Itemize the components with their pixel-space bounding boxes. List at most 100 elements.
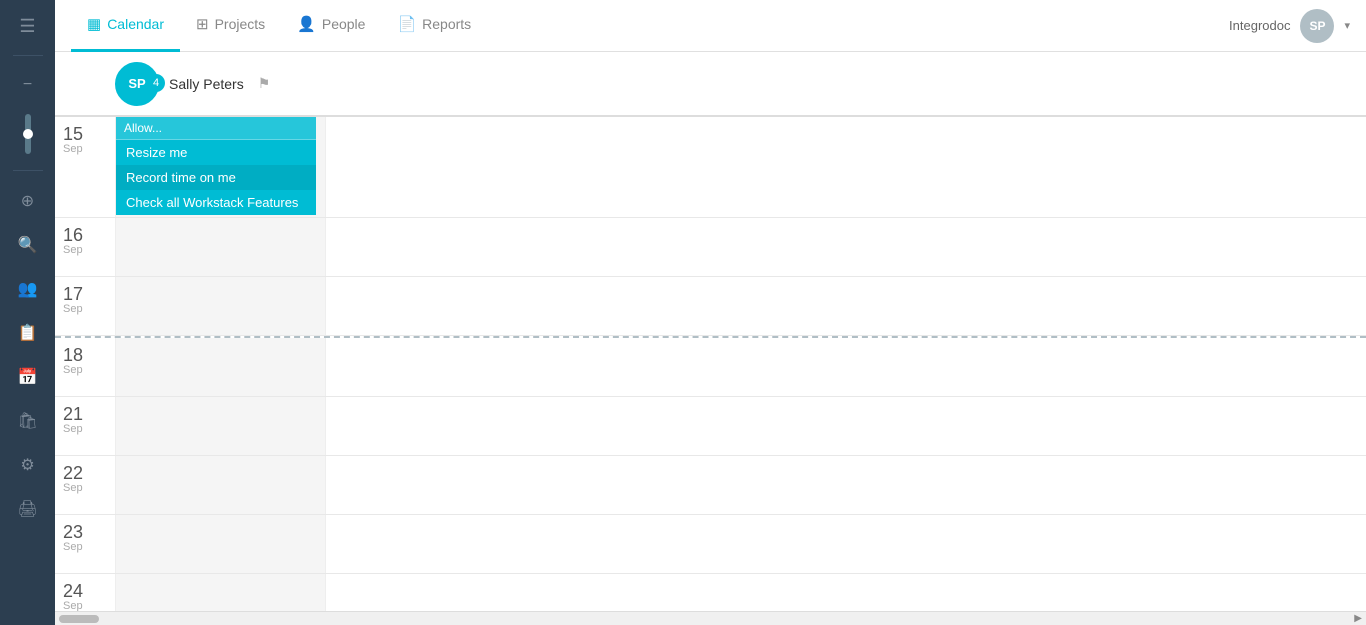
sidebar-icon-people[interactable]: 👥 <box>10 271 46 307</box>
user-avatar-button[interactable]: SP <box>1300 9 1334 43</box>
topnav-right: Integrodoc SP ▾ <box>1229 9 1350 43</box>
day-num-17: 17 <box>63 285 83 303</box>
person-day-cell-21[interactable] <box>115 397 325 455</box>
sidebar-divider-2 <box>13 170 43 171</box>
context-menu-resize[interactable]: Resize me <box>116 140 316 165</box>
day-month-15: Sep <box>63 143 83 155</box>
calendar-area: SP 4 Sally Peters ⚑ 15 Sep <box>55 52 1366 625</box>
person-day-cell-24[interactable] <box>115 574 325 611</box>
day-cell-23[interactable] <box>325 515 1366 573</box>
day-month-18: Sep <box>63 364 83 376</box>
sidebar-icon-settings[interactable]: ⚙ <box>10 447 46 483</box>
event-title[interactable]: Allow... <box>116 117 316 140</box>
day-cell-21[interactable] <box>325 397 1366 455</box>
day-label-23: 23 Sep <box>55 515 115 573</box>
nav-people[interactable]: 👤 People <box>281 0 381 52</box>
day-num-18: 18 <box>63 346 83 364</box>
day-num-24: 24 <box>63 582 83 600</box>
bottom-scrollbar[interactable]: ▶ <box>55 611 1366 625</box>
calendar-row-23: 23 Sep <box>55 515 1366 574</box>
person-column: SP 4 Sally Peters ⚑ <box>115 62 325 106</box>
day-cell-22[interactable] <box>325 456 1366 514</box>
day-month-24: Sep <box>63 600 83 611</box>
day-month-16: Sep <box>63 244 83 256</box>
day-num-16: 16 <box>63 226 83 244</box>
day-month-17: Sep <box>63 303 83 315</box>
sidebar-divider <box>13 55 43 56</box>
nav-reports-label: Reports <box>422 16 471 32</box>
person-day-cell-16[interactable] <box>115 218 325 276</box>
person-badge: 4 <box>147 74 165 92</box>
day-month-22: Sep <box>63 482 83 494</box>
sidebar-icon-calendar[interactable]: 📅 <box>10 359 46 395</box>
sidebar-icon-add[interactable]: ⊕ <box>10 183 46 219</box>
person-day-cell-17[interactable] <box>115 277 325 335</box>
calendar-body[interactable]: 15 Sep Allow... Resize me Record time on… <box>55 117 1366 611</box>
calendar-row-21: 21 Sep <box>55 397 1366 456</box>
calendar-row-18: 18 Sep <box>55 336 1366 397</box>
calendar-nav-icon: ▦ <box>87 15 101 33</box>
top-navigation: ▦ Calendar ⊞ Projects 👤 People 📄 Reports… <box>55 0 1366 52</box>
day-cell-18[interactable] <box>325 338 1366 396</box>
day-cell-16[interactable] <box>325 218 1366 276</box>
sidebar: ☰ − ⊕ 🔍 👥 📋 📅 🛍 ⚙ 🖨 <box>0 0 55 625</box>
day-label-18: 18 Sep <box>55 338 115 396</box>
day-num-23: 23 <box>63 523 83 541</box>
main-content: ▦ Calendar ⊞ Projects 👤 People 📄 Reports… <box>55 0 1366 625</box>
day-num-21: 21 <box>63 405 83 423</box>
day-num-22: 22 <box>63 464 83 482</box>
nav-projects[interactable]: ⊞ Projects <box>180 0 281 52</box>
pin-icon[interactable]: ⚑ <box>258 75 271 92</box>
context-menu-record[interactable]: Record time on me <box>116 165 316 190</box>
day-label-15: 15 Sep <box>55 117 115 217</box>
nav-reports[interactable]: 📄 Reports <box>381 0 487 52</box>
day-cell-24[interactable] <box>325 574 1366 611</box>
app-name-label: Integrodoc <box>1229 18 1290 33</box>
day-label-22: 22 Sep <box>55 456 115 514</box>
day-cell-17[interactable] <box>325 277 1366 335</box>
sidebar-icon-print[interactable]: 🖨 <box>10 491 46 527</box>
sidebar-icon-minus[interactable]: − <box>10 68 46 102</box>
day-cell-15[interactable] <box>325 117 1366 217</box>
sidebar-icon-bag[interactable]: 🛍 <box>10 403 46 439</box>
nav-people-label: People <box>322 16 366 32</box>
day-label-17: 17 Sep <box>55 277 115 335</box>
nav-calendar[interactable]: ▦ Calendar <box>71 0 180 52</box>
people-nav-icon: 👤 <box>297 15 316 33</box>
person-name: Sally Peters <box>169 76 244 92</box>
sidebar-slider[interactable] <box>25 114 31 154</box>
scrollbar-thumb[interactable] <box>59 615 99 623</box>
person-day-cell-18[interactable] <box>115 338 325 396</box>
context-menu: Resize me Record time on me Check all Wo… <box>116 140 316 215</box>
badge-count: 4 <box>153 77 159 89</box>
day-label-24: 24 Sep <box>55 574 115 611</box>
person-header: SP 4 Sally Peters ⚑ <box>55 52 1366 117</box>
projects-nav-icon: ⊞ <box>196 15 209 33</box>
user-initials: SP <box>1309 19 1325 33</box>
reports-nav-icon: 📄 <box>397 15 416 33</box>
nav-projects-label: Projects <box>215 16 266 32</box>
context-menu-check[interactable]: Check all Workstack Features <box>116 190 316 215</box>
calendar-row-16: 16 Sep <box>55 218 1366 277</box>
person-initials: SP <box>128 76 145 91</box>
calendar-row-15: 15 Sep Allow... Resize me Record time on… <box>55 117 1366 218</box>
person-avatar-wrap: SP 4 <box>115 62 159 106</box>
user-dropdown-arrow[interactable]: ▾ <box>1344 19 1350 32</box>
sidebar-icon-clipboard[interactable]: 📋 <box>10 315 46 351</box>
person-day-cell-22[interactable] <box>115 456 325 514</box>
day-label-21: 21 Sep <box>55 397 115 455</box>
nav-calendar-label: Calendar <box>107 16 164 32</box>
day-label-16: 16 Sep <box>55 218 115 276</box>
person-day-cell-23[interactable] <box>115 515 325 573</box>
menu-icon[interactable]: ☰ <box>10 10 46 43</box>
calendar-row-22: 22 Sep <box>55 456 1366 515</box>
scrollbar-right-arrow[interactable]: ▶ <box>1354 613 1362 624</box>
day-month-21: Sep <box>63 423 83 435</box>
day-num-15: 15 <box>63 125 83 143</box>
person-day-cell-15[interactable]: Allow... Resize me Record time on me Che… <box>115 117 325 217</box>
slider-handle <box>23 129 33 139</box>
day-month-23: Sep <box>63 541 83 553</box>
calendar-row-24: 24 Sep <box>55 574 1366 611</box>
event-block-15[interactable]: Allow... Resize me Record time on me Che… <box>116 117 316 215</box>
sidebar-icon-search[interactable]: 🔍 <box>10 227 46 263</box>
